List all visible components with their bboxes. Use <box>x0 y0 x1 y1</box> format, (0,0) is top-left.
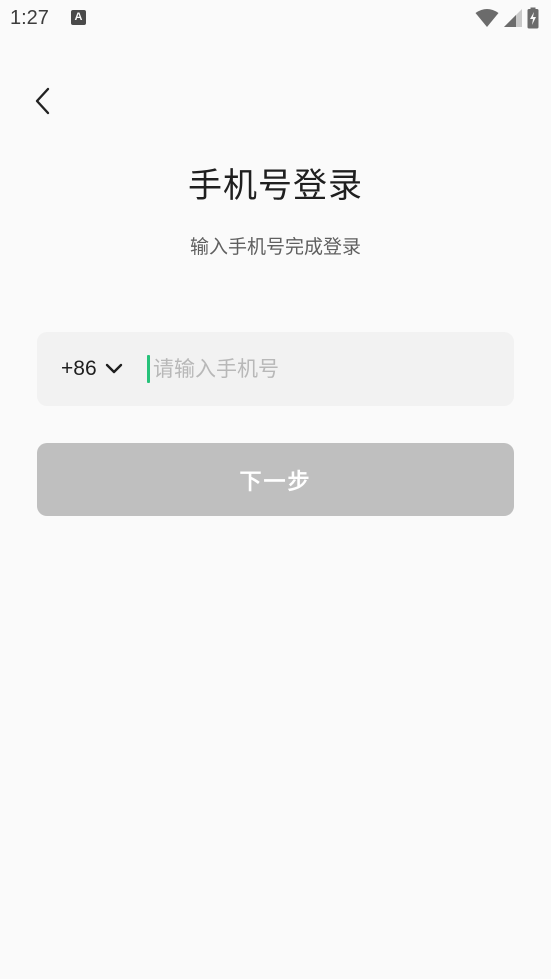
page-title: 手机号登录 <box>188 166 363 206</box>
country-code-selector[interactable]: +86 <box>61 332 123 406</box>
page-subtitle: 输入手机号完成登录 <box>189 236 361 258</box>
battery-charging-icon <box>527 7 539 29</box>
back-button[interactable] <box>26 84 60 118</box>
system-icons <box>475 6 539 30</box>
status-time: 1:27 <box>10 7 49 29</box>
next-button[interactable]: 下一步 <box>37 443 514 516</box>
wifi-icon <box>475 9 499 27</box>
chevron-down-icon <box>105 363 122 374</box>
login-screen: 1:27 A 手机号登录 输入手机号完成登录 +86 请输入手机号 下一步 <box>0 0 551 979</box>
text-cursor <box>147 355 150 383</box>
country-code-value: +86 <box>61 357 97 380</box>
notification-a-icon: A <box>71 10 86 25</box>
cell-signal-icon <box>504 9 522 27</box>
chevron-left-icon <box>35 87 50 115</box>
status-bar: 1:27 A <box>0 0 551 38</box>
phone-number-input[interactable] <box>153 332 493 406</box>
phone-field: +86 <box>37 332 514 406</box>
